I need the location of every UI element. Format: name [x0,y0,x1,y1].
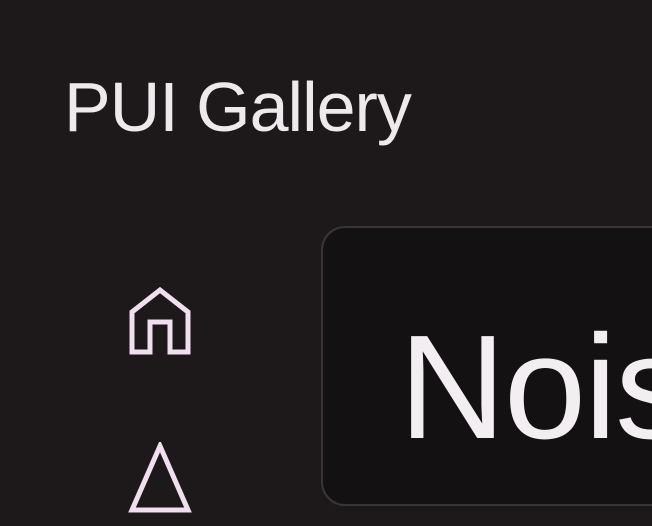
sidebar-item-home[interactable] [112,272,208,368]
main-card: Nois [321,226,652,506]
sidebar-item-next[interactable] [112,430,208,526]
app-title: PUI Gallery [64,68,412,146]
page-title: Nois [399,305,652,470]
triangle-icon [128,442,192,514]
home-icon [128,284,192,356]
